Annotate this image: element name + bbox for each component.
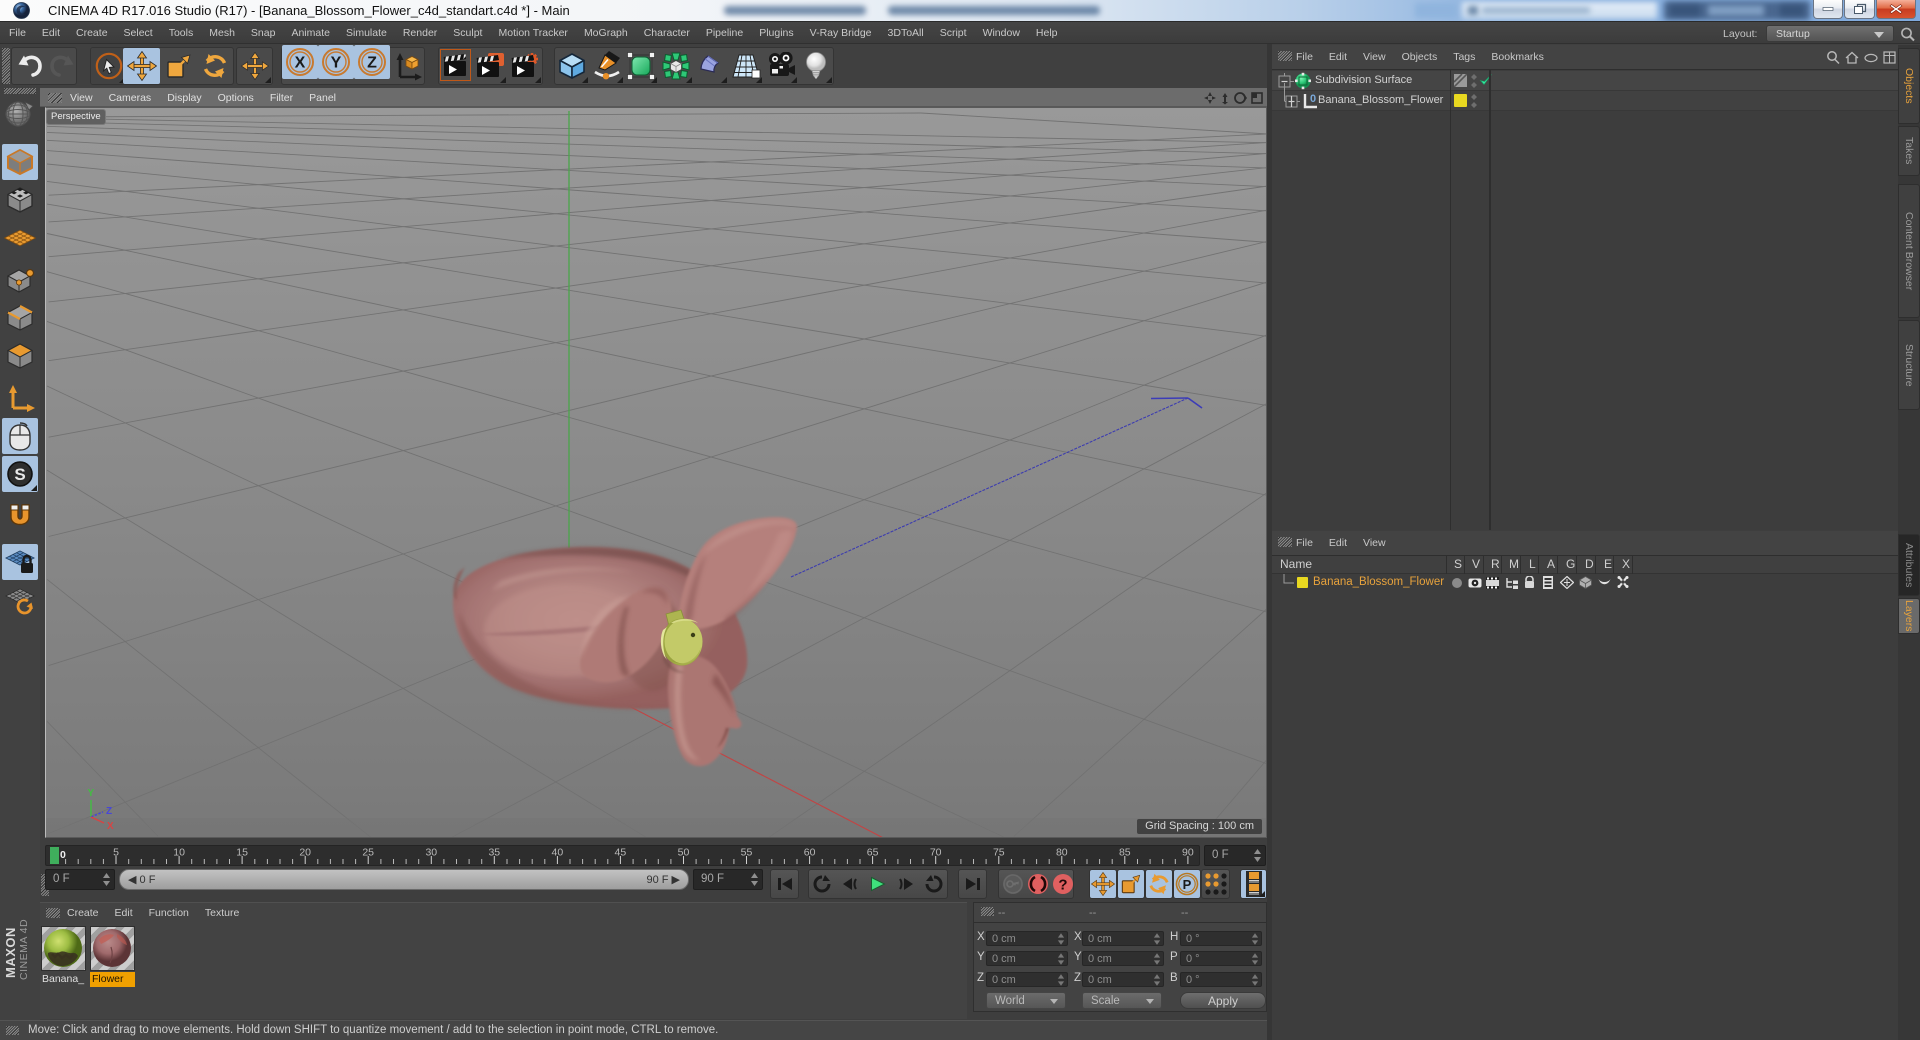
svg-text:Y: Y <box>88 788 95 799</box>
svg-text:Y: Y <box>331 55 342 72</box>
svg-text:60: 60 <box>804 847 816 859</box>
svg-text:S: S <box>14 465 25 484</box>
svg-text:75: 75 <box>993 847 1005 859</box>
svg-text:P: P <box>1183 877 1192 892</box>
svg-text:50: 50 <box>678 847 690 859</box>
svg-text:30: 30 <box>425 847 437 859</box>
svg-text:80: 80 <box>1056 847 1068 859</box>
svg-text:25: 25 <box>362 847 374 859</box>
svg-text:10: 10 <box>173 847 185 859</box>
svg-text:70: 70 <box>930 847 942 859</box>
svg-text:45: 45 <box>615 847 627 859</box>
svg-text:20: 20 <box>299 847 311 859</box>
svg-text:40: 40 <box>552 847 564 859</box>
svg-text:0: 0 <box>1310 93 1316 105</box>
svg-text:55: 55 <box>741 847 753 859</box>
svg-text:15: 15 <box>236 847 248 859</box>
svg-text:90: 90 <box>1182 847 1194 859</box>
svg-text:85: 85 <box>1119 847 1131 859</box>
svg-text:35: 35 <box>488 847 500 859</box>
svg-text:X: X <box>107 821 114 830</box>
svg-text:Z: Z <box>106 806 112 817</box>
svg-text:?: ? <box>1058 877 1067 894</box>
svg-text:X: X <box>295 55 306 72</box>
svg-text:65: 65 <box>867 847 879 859</box>
svg-text:0: 0 <box>60 849 66 861</box>
svg-text:5: 5 <box>113 847 119 859</box>
svg-text:Z: Z <box>367 55 377 72</box>
